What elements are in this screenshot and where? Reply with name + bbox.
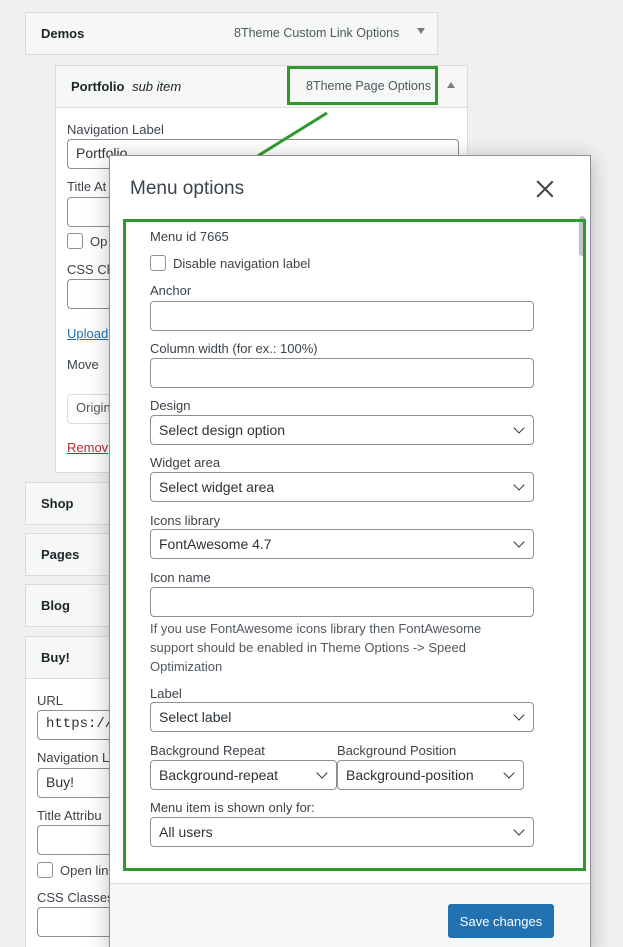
close-icon[interactable]	[534, 178, 556, 200]
open-new-tab-label: Open lin	[60, 863, 109, 878]
open-new-tab-checkbox[interactable]	[67, 233, 83, 249]
move-label: Move	[67, 357, 99, 372]
title-attr-label: Title Attribu	[37, 808, 102, 823]
open-new-tab-label: Op	[90, 234, 108, 249]
remove-link[interactable]: Remov	[67, 440, 108, 455]
upload-link[interactable]: Upload	[67, 326, 108, 341]
title-attr-label: Title At	[67, 179, 107, 194]
css-classes-label: CSS Classes	[37, 890, 114, 905]
nav-label-label: Navigation Label	[67, 122, 164, 137]
menu-item-title: Shop	[41, 496, 74, 511]
chevron-up-icon[interactable]	[447, 82, 455, 88]
highlight-box-modal-content	[123, 219, 586, 871]
modal-title: Menu options	[130, 178, 245, 199]
url-label: URL	[37, 693, 64, 708]
menu-item-type: 8Theme Custom Link Options	[234, 26, 400, 40]
css-classes-label: CSS Cl	[67, 262, 110, 277]
menu-item-demos[interactable]: Demos 8Theme Custom Link Options	[25, 12, 438, 55]
open-new-tab-checkbox[interactable]	[37, 862, 53, 878]
highlight-box-page-options	[287, 66, 438, 105]
chevron-down-icon[interactable]	[417, 28, 425, 34]
menu-item-title: Portfolio sub item	[71, 79, 182, 94]
menu-item-title: Pages	[41, 547, 80, 562]
menu-item-title: Blog	[41, 598, 70, 613]
menu-item-title: Demos	[41, 26, 85, 41]
save-changes-button[interactable]: Save changes	[448, 904, 554, 938]
nav-label-label: Navigation L	[37, 750, 110, 765]
modal-footer: Save changes	[110, 883, 590, 947]
menu-item-title: Buy!	[41, 650, 70, 665]
sub-item-label: sub item	[132, 79, 182, 94]
